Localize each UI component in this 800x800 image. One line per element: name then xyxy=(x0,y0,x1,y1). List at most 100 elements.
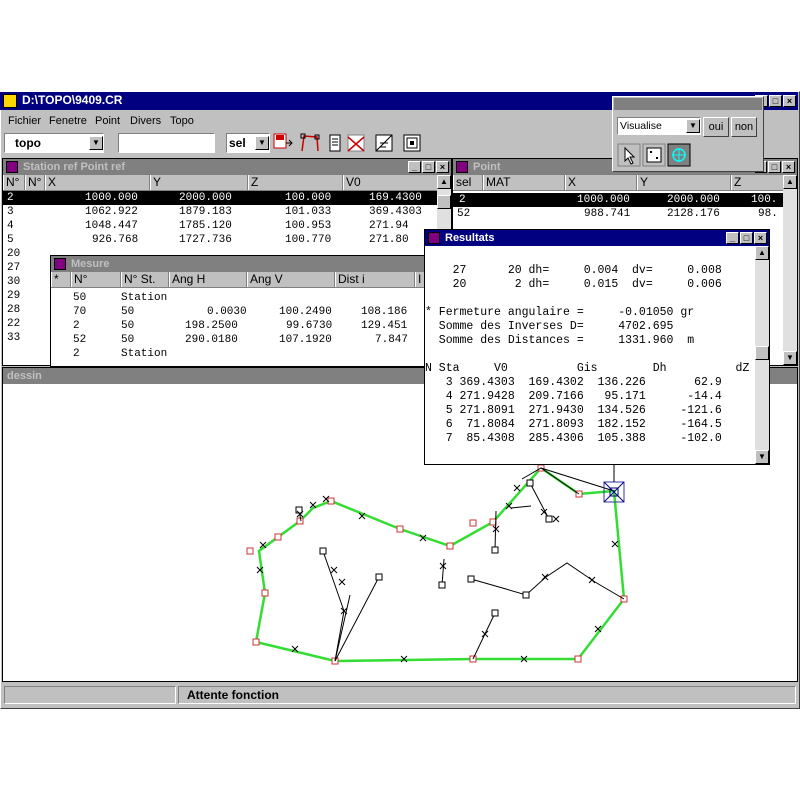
maximize-button[interactable]: □ xyxy=(769,95,782,107)
close-button[interactable]: × xyxy=(783,95,796,107)
table-row[interactable]: 2 1000.000 2000.000 100.000 169.4300 xyxy=(3,191,437,205)
table-cell: 2000.000 xyxy=(179,192,232,204)
table-cell: 100.2490 xyxy=(279,306,332,318)
table-row[interactable]: 52 988.741 2128.176 98. xyxy=(453,207,783,221)
col-header[interactable]: Z xyxy=(731,175,785,190)
polyline-icon[interactable] xyxy=(300,133,320,152)
visualise-select[interactable]: Visualise ▼ xyxy=(617,117,701,135)
visualise-panel: Visualise ▼ oui non xyxy=(612,96,764,172)
col-header[interactable]: V0 xyxy=(343,175,443,190)
minimize-button[interactable]: _ xyxy=(408,161,421,173)
table-cell: 271.80 xyxy=(369,234,409,246)
col-header[interactable]: Z xyxy=(248,175,343,190)
mesure-titlebar[interactable]: Mesure xyxy=(51,256,425,272)
dots-icon[interactable] xyxy=(642,143,666,167)
oui-label: oui xyxy=(708,121,724,133)
menu-divers[interactable]: Divers xyxy=(130,113,161,129)
col-header[interactable]: Y xyxy=(637,175,731,190)
table-row[interactable]: 52 50 290.0180 107.1920 7.847 xyxy=(51,333,425,347)
table-cell: 1785.120 xyxy=(179,220,232,232)
target-icon[interactable] xyxy=(667,143,691,167)
point-scrollbar[interactable]: ▲ ▼ xyxy=(783,175,797,365)
chevron-down-icon[interactable]: ▼ xyxy=(686,119,700,133)
status-bar: Attente fonction xyxy=(2,684,798,706)
menu-point[interactable]: Point xyxy=(95,113,120,129)
table-cell: 2 xyxy=(73,348,80,360)
table-cell: Station xyxy=(121,292,168,304)
maximize-button[interactable]: □ xyxy=(740,232,753,244)
table-row[interactable]: 2 Station xyxy=(51,347,425,361)
chevron-down-icon[interactable]: ▼ xyxy=(255,136,269,150)
resultats-scrollbar[interactable]: ▲ ▼ xyxy=(755,246,769,464)
col-header[interactable]: X xyxy=(565,175,637,190)
close-button[interactable]: × xyxy=(754,232,767,244)
minimize-button[interactable]: _ xyxy=(726,232,739,244)
topo-combo[interactable]: topo ▼ xyxy=(4,133,104,153)
table-cell: 52 xyxy=(73,334,87,346)
pointer-icon[interactable] xyxy=(617,143,641,167)
col-header[interactable]: Ang V xyxy=(247,272,335,287)
col-header[interactable]: sel xyxy=(453,175,483,190)
window-icon xyxy=(456,161,468,173)
table-cell: 1879.183 xyxy=(179,206,232,218)
scroll-down-icon[interactable]: ▼ xyxy=(755,450,769,464)
scroll-thumb[interactable] xyxy=(437,195,451,209)
result-line: 5 271.8091 271.9430 134.526 -121.6 xyxy=(425,404,722,417)
frame-icon[interactable] xyxy=(403,134,421,152)
window-icon xyxy=(428,232,440,244)
maximize-button[interactable]: □ xyxy=(422,161,435,173)
menu-fenetre[interactable]: Fenetre xyxy=(49,113,87,129)
result-line: * Fermeture angulaire = -0.01050 gr xyxy=(425,306,695,319)
toolbar-icons xyxy=(273,133,421,152)
sel-combo[interactable]: sel ▼ xyxy=(226,133,270,153)
resultats-titlebar[interactable]: Resultats _ □ × xyxy=(425,230,769,246)
result-line xyxy=(425,292,753,306)
table-row[interactable]: 2 50 198.2500 99.6730 129.451 xyxy=(51,319,425,333)
scroll-thumb[interactable] xyxy=(755,346,769,360)
menu-fichier[interactable]: Fichier xyxy=(8,113,41,129)
table-row[interactable]: 70 50 0.0030 100.2490 108.186 xyxy=(51,305,425,319)
table-cell: 2000.000 xyxy=(667,194,720,206)
save-icon[interactable] xyxy=(273,133,293,149)
maximize-button[interactable]: □ xyxy=(768,161,781,173)
visualise-panel-titlebar[interactable] xyxy=(614,98,762,110)
table-cell: 198.2500 xyxy=(185,320,238,332)
mesure-window: Mesure * N° N° St. Ang H Ang V Dist i I … xyxy=(50,255,427,367)
calc-icon[interactable] xyxy=(329,134,341,152)
scroll-up-icon[interactable]: ▲ xyxy=(437,175,451,189)
col-header[interactable]: Ang H xyxy=(169,272,247,287)
table-row[interactable]: 50 Station xyxy=(51,291,425,305)
hatch-icon[interactable] xyxy=(375,134,393,152)
col-header[interactable]: N° St. xyxy=(121,272,169,287)
scroll-down-icon[interactable]: ▼ xyxy=(783,351,797,365)
app-icon xyxy=(3,94,17,108)
col-header[interactable]: X xyxy=(45,175,150,190)
table-row[interactable]: 4 1048.447 1785.120 100.953 271.94 xyxy=(3,219,437,233)
col-header[interactable]: N° xyxy=(3,175,25,190)
cross-tool-icon[interactable] xyxy=(347,134,365,152)
oui-button[interactable]: oui xyxy=(703,117,729,137)
col-header[interactable]: * xyxy=(51,272,71,287)
result-line: 27 20 dh= 0.004 dv= 0.008 xyxy=(425,264,722,277)
scroll-up-icon[interactable]: ▲ xyxy=(783,175,797,189)
resultats-text: 27 20 dh= 0.004 dv= 0.008 20 2 dh= 0.015… xyxy=(425,264,753,446)
col-header[interactable]: Y xyxy=(150,175,248,190)
chevron-down-icon[interactable]: ▼ xyxy=(89,136,103,150)
col-header[interactable]: MAT xyxy=(483,175,565,190)
station-titlebar[interactable]: Station ref Point ref _ □ × xyxy=(3,159,451,175)
menu-topo[interactable]: Topo xyxy=(170,113,194,129)
text-field[interactable] xyxy=(118,133,215,153)
station-header: N° N° X Y Z V0 xyxy=(3,175,451,191)
table-cell: 22 xyxy=(7,318,21,330)
scroll-up-icon[interactable]: ▲ xyxy=(755,246,769,260)
mesure-title: Mesure xyxy=(71,258,110,270)
table-row[interactable]: 5 926.768 1727.736 100.770 271.80 xyxy=(3,233,437,247)
table-row[interactable]: 2 1000.000 2000.000 100. xyxy=(453,193,783,207)
close-button[interactable]: × xyxy=(782,161,795,173)
col-header[interactable]: Dist i xyxy=(335,272,415,287)
table-row[interactable]: 3 1062.922 1879.183 101.033 369.4303 xyxy=(3,205,437,219)
col-header[interactable]: N° xyxy=(71,272,121,287)
non-button[interactable]: non xyxy=(731,117,757,137)
col-header[interactable]: N° xyxy=(25,175,45,190)
close-button[interactable]: × xyxy=(436,161,449,173)
